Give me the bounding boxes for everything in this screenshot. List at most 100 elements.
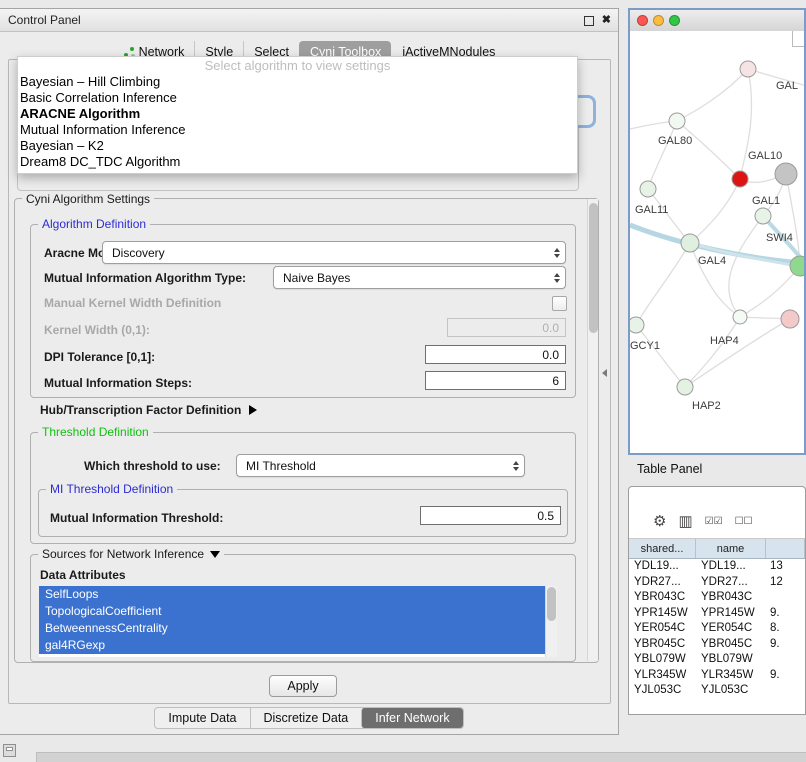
columns-icon[interactable]: ▥	[678, 514, 692, 530]
bottom-tab-discretize-data[interactable]: Discretize Data	[250, 708, 362, 728]
node-label: GAL10	[748, 150, 782, 162]
algorithm-option[interactable]: ARACNE Algorithm	[18, 106, 577, 122]
network-edge	[636, 325, 685, 387]
network-node[interactable]	[781, 310, 799, 328]
threshold-definition-title: Threshold Definition	[38, 425, 153, 439]
table-row[interactable]: YJL053CYJL053C	[629, 683, 805, 699]
algorithm-option[interactable]: Bayesian – K2	[18, 138, 577, 154]
close-icon[interactable]: ✖	[602, 13, 611, 26]
settings-scrollbar[interactable]	[587, 199, 598, 661]
manual-kernel-label: Manual Kernel Width Definition	[44, 296, 221, 310]
mi-type-combobox[interactable]: Naive Bayes	[273, 266, 566, 289]
mi-threshold-field[interactable]: 0.5	[420, 506, 561, 525]
column-header[interactable]: name	[696, 539, 766, 558]
window-title: Control Panel	[8, 13, 81, 27]
which-threshold-label: Which threshold to use:	[84, 459, 221, 473]
deselect-all-icon[interactable]: ☐☐	[735, 514, 753, 530]
node-label: GAL11	[635, 204, 668, 216]
attribute-item[interactable]: gal4RGexp	[39, 637, 545, 654]
table-row[interactable]: YPR145WYPR145W9.	[629, 606, 805, 622]
network-node[interactable]	[732, 171, 748, 187]
hub-section-toggle[interactable]: Hub/Transcription Factor Definition	[40, 401, 257, 419]
table-toolbar: ⚙ ▥ ☑☑ ☐☐	[629, 487, 805, 539]
algorithm-option[interactable]: Bayesian – Hill Climbing	[18, 74, 577, 90]
close-traffic-icon[interactable]	[637, 15, 648, 26]
network-node[interactable]	[790, 256, 804, 276]
algorithm-option[interactable]: Dream8 DC_TDC Algorithm	[18, 154, 577, 170]
sources-title[interactable]: Sources for Network Inference	[38, 547, 224, 561]
table-cell: 9.	[766, 637, 805, 653]
mi-threshold-label: Mutual Information Threshold:	[50, 511, 223, 525]
network-node[interactable]	[740, 61, 756, 77]
network-view-titlebar[interactable]	[630, 10, 804, 32]
dropdown-placeholder: Select algorithm to view settings	[18, 57, 577, 74]
select-all-icon[interactable]: ☑☑	[705, 514, 723, 530]
table-cell: YJL053C	[696, 683, 766, 699]
list-scrollbar-thumb[interactable]	[547, 587, 556, 621]
mi-steps-field[interactable]: 6	[425, 371, 566, 390]
network-canvas-svg: GALGAL80GAL10GAL11GAL1SWI4GAL4GCY1HAP4HA…	[630, 31, 804, 453]
attribute-item[interactable]: BetweennessCentrality	[39, 620, 545, 637]
dpi-tolerance-label: DPI Tolerance [0,1]:	[44, 350, 155, 364]
network-node[interactable]	[640, 181, 656, 197]
network-canvas[interactable]: GALGAL80GAL10GAL11GAL1SWI4GAL4GCY1HAP4HA…	[630, 31, 804, 453]
network-node[interactable]	[733, 310, 747, 324]
table-row[interactable]: YDL19...YDL19...13	[629, 559, 805, 575]
column-header[interactable]: shared...	[629, 539, 696, 558]
bottom-tab-impute-data[interactable]: Impute Data	[155, 708, 249, 728]
table-cell: YDR27...	[629, 575, 696, 591]
zoom-traffic-icon[interactable]	[669, 15, 680, 26]
table-row[interactable]: YBR045CYBR045C9.	[629, 637, 805, 653]
minimize-traffic-icon[interactable]	[653, 15, 664, 26]
table-row[interactable]: YLR345WYLR345W9.	[629, 668, 805, 684]
bottom-tab-infer-network[interactable]: Infer Network	[361, 708, 462, 728]
attribute-item[interactable]: SelfLoops	[39, 586, 545, 603]
algorithm-dropdown-popup: Select algorithm to view settings Bayesi…	[17, 56, 578, 174]
network-node[interactable]	[775, 163, 797, 185]
list-scrollbar[interactable]	[545, 586, 557, 657]
table-cell: YBR045C	[629, 637, 696, 653]
network-node[interactable]	[755, 208, 771, 224]
network-node[interactable]	[677, 379, 693, 395]
dpi-tolerance-field[interactable]: 0.0	[425, 345, 566, 364]
table-row[interactable]: YBL079WYBL079W	[629, 652, 805, 668]
algorithm-definition-title: Algorithm Definition	[38, 217, 150, 231]
algorithm-option[interactable]: Mutual Information Inference	[18, 122, 577, 138]
float-window-icon[interactable]	[584, 16, 594, 26]
node-label: GAL1	[752, 195, 780, 207]
network-node[interactable]	[669, 113, 685, 129]
column-header[interactable]	[766, 539, 805, 558]
table-cell: YPR145W	[696, 606, 766, 622]
algorithm-dropdown-list: Bayesian – Hill ClimbingBasic Correlatio…	[18, 74, 577, 170]
algorithm-option[interactable]: Basic Correlation Inference	[18, 90, 577, 106]
network-node[interactable]	[630, 317, 644, 333]
table-cell: YPR145W	[629, 606, 696, 622]
kernel-width-field[interactable]: 0.0	[447, 318, 566, 337]
table-cell: 13	[766, 559, 805, 575]
manual-kernel-checkbox[interactable]	[552, 296, 567, 311]
mi-threshold-group-title: MI Threshold Definition	[46, 482, 177, 496]
apply-button[interactable]: Apply	[269, 675, 337, 697]
settings-scrollbar-thumb[interactable]	[589, 203, 598, 333]
table-cell: YBL079W	[696, 652, 766, 668]
table-header-row: shared...name	[629, 539, 805, 559]
control-panel-titlebar[interactable]: Control Panel ✖	[0, 9, 618, 32]
table-row[interactable]: YER054CYER054C8.	[629, 621, 805, 637]
mi-type-label: Mutual Information Algorithm Type:	[44, 271, 246, 285]
table-cell: 9.	[766, 668, 805, 684]
which-threshold-combobox[interactable]: MI Threshold	[236, 454, 525, 477]
aracne-mode-value: Discovery	[112, 246, 165, 260]
network-node[interactable]	[681, 234, 699, 252]
table-cell: YLR345W	[696, 668, 766, 684]
splitter-collapse-icon[interactable]	[602, 369, 607, 377]
table-row[interactable]: YBR043CYBR043C	[629, 590, 805, 606]
aracne-mode-combobox[interactable]: Discovery	[102, 241, 566, 264]
table-cell: 12	[766, 575, 805, 591]
network-edge	[636, 243, 690, 325]
table-row[interactable]: YDR27...YDR27...12	[629, 575, 805, 591]
table-panel-title: Table Panel	[637, 462, 702, 476]
network-edge	[648, 121, 677, 189]
panel-corner-icon[interactable]	[3, 744, 16, 757]
attribute-item[interactable]: TopologicalCoefficient	[39, 603, 545, 620]
gear-icon[interactable]: ⚙	[653, 514, 666, 530]
